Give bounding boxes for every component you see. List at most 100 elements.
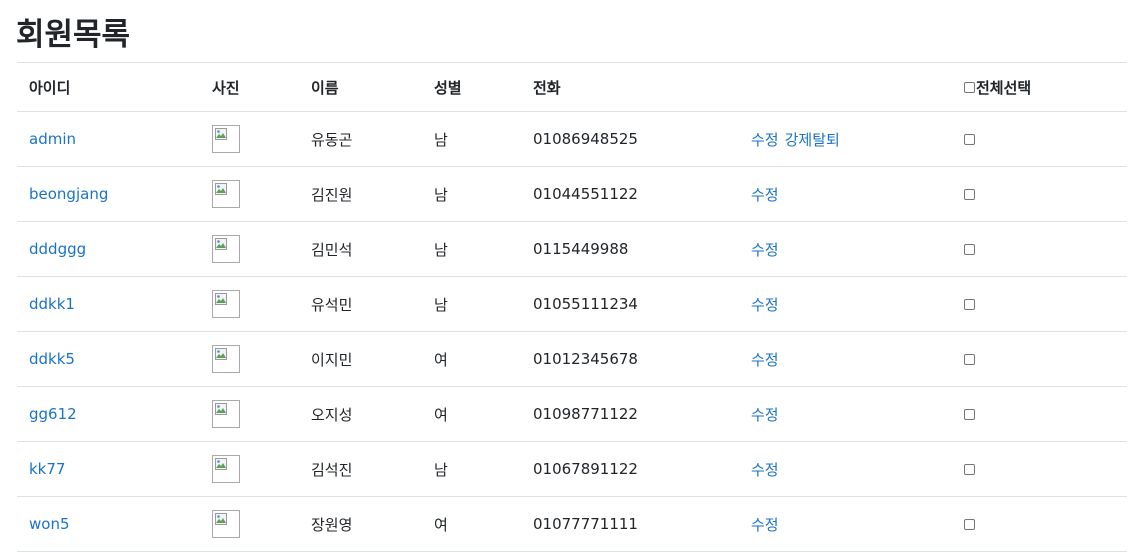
member-id-link[interactable]: beongjang [29, 185, 108, 203]
actions-cell: 수정 [739, 331, 952, 387]
header-select-all: 전체선택 [952, 62, 1127, 112]
row-checkbox[interactable] [964, 189, 975, 200]
broken-image-icon [215, 293, 227, 305]
row-checkbox[interactable] [964, 464, 975, 475]
actions-cell: 수정 [739, 166, 952, 222]
row-checkbox[interactable] [964, 134, 975, 145]
edit-link[interactable]: 수정 [751, 241, 779, 259]
member-photo [212, 125, 240, 153]
row-checkbox[interactable] [964, 519, 975, 530]
member-photo [212, 510, 240, 538]
broken-image-icon [215, 128, 227, 140]
member-photo [212, 235, 240, 263]
broken-image-icon [215, 348, 227, 360]
gender-cell: 남 [422, 221, 521, 277]
name-cell: 유석민 [299, 276, 422, 332]
member-photo [212, 180, 240, 208]
header-photo: 사진 [200, 62, 299, 112]
photo-cell [200, 496, 299, 552]
id-cell: won5 [17, 496, 200, 552]
member-id-link[interactable]: ddkk1 [29, 295, 75, 313]
table-header: 아이디 사진 이름 성별 전화 전체선택 [17, 62, 1127, 112]
broken-image-icon [215, 513, 227, 525]
edit-link[interactable]: 수정 [751, 296, 779, 314]
edit-link[interactable]: 수정 [751, 406, 779, 424]
name-cell: 이지민 [299, 331, 422, 387]
broken-image-icon [215, 458, 227, 470]
name-cell: 김민석 [299, 221, 422, 277]
name-cell: 김진원 [299, 166, 422, 222]
row-checkbox[interactable] [964, 299, 975, 310]
select-cell [952, 111, 1127, 167]
phone-cell: 01055111234 [521, 276, 739, 332]
phone-cell: 01086948525 [521, 111, 739, 167]
gender-cell: 남 [422, 441, 521, 497]
header-phone: 전화 [521, 62, 739, 112]
phone-cell: 01012345678 [521, 331, 739, 387]
select-all-control[interactable]: 전체선택 [964, 77, 1031, 98]
broken-image-icon [215, 238, 227, 250]
select-cell [952, 166, 1127, 222]
table-row: kk77 김석진 남 01067891122 수정 [17, 441, 1127, 497]
edit-link[interactable]: 수정 [751, 131, 779, 149]
phone-cell: 0115449988 [521, 221, 739, 277]
member-id-link[interactable]: kk77 [29, 460, 65, 478]
photo-cell [200, 276, 299, 332]
select-cell [952, 496, 1127, 552]
table-row: won5 장원영 여 01077771111 수정 [17, 496, 1127, 552]
member-id-link[interactable]: dddggg [29, 240, 86, 258]
broken-image-icon [215, 403, 227, 415]
select-cell [952, 221, 1127, 277]
id-cell: ddkk1 [17, 276, 200, 332]
row-checkbox[interactable] [964, 244, 975, 255]
force-withdraw-link[interactable]: 강제탈퇴 [785, 131, 840, 149]
row-checkbox[interactable] [964, 354, 975, 365]
actions-cell: 수정 [739, 221, 952, 277]
table-row: dddggg 김민석 남 0115449988 수정 [17, 221, 1127, 277]
edit-link[interactable]: 수정 [751, 461, 779, 479]
member-photo [212, 400, 240, 428]
gender-cell: 여 [422, 331, 521, 387]
phone-cell: 01067891122 [521, 441, 739, 497]
row-checkbox[interactable] [964, 409, 975, 420]
table-body: admin 유동곤 남 01086948525 수정 강제탈퇴 beongjang [17, 111, 1127, 552]
name-cell: 김석진 [299, 441, 422, 497]
photo-cell [200, 166, 299, 222]
table-row: gg612 오지성 여 01098771122 수정 [17, 386, 1127, 442]
edit-link[interactable]: 수정 [751, 351, 779, 369]
member-photo [212, 290, 240, 318]
photo-cell [200, 221, 299, 277]
table-row: admin 유동곤 남 01086948525 수정 강제탈퇴 [17, 111, 1127, 167]
phone-cell: 01098771122 [521, 386, 739, 442]
member-id-link[interactable]: ddkk5 [29, 350, 75, 368]
gender-cell: 여 [422, 496, 521, 552]
member-id-link[interactable]: won5 [29, 515, 70, 533]
phone-cell: 01077771111 [521, 496, 739, 552]
actions-cell: 수정 [739, 386, 952, 442]
id-cell: admin [17, 111, 200, 167]
name-cell: 오지성 [299, 386, 422, 442]
gender-cell: 남 [422, 166, 521, 222]
member-photo [212, 345, 240, 373]
name-cell: 장원영 [299, 496, 422, 552]
name-cell: 유동곤 [299, 111, 422, 167]
gender-cell: 여 [422, 386, 521, 442]
broken-image-icon [215, 183, 227, 195]
page-title: 회원목록 [16, 17, 131, 53]
photo-cell [200, 331, 299, 387]
member-id-link[interactable]: admin [29, 130, 76, 148]
actions-cell: 수정 [739, 496, 952, 552]
select-all-checkbox[interactable] [964, 81, 975, 93]
table-row: ddkk5 이지민 여 01012345678 수정 [17, 331, 1127, 387]
edit-link[interactable]: 수정 [751, 186, 779, 204]
phone-cell: 01044551122 [521, 166, 739, 222]
member-id-link[interactable]: gg612 [29, 405, 77, 423]
gender-cell: 남 [422, 111, 521, 167]
select-cell [952, 276, 1127, 332]
actions-cell: 수정 [739, 441, 952, 497]
select-cell [952, 386, 1127, 442]
select-all-label: 전체선택 [976, 78, 1032, 97]
id-cell: ddkk5 [17, 331, 200, 387]
header-gender: 성별 [422, 62, 521, 112]
edit-link[interactable]: 수정 [751, 516, 779, 534]
